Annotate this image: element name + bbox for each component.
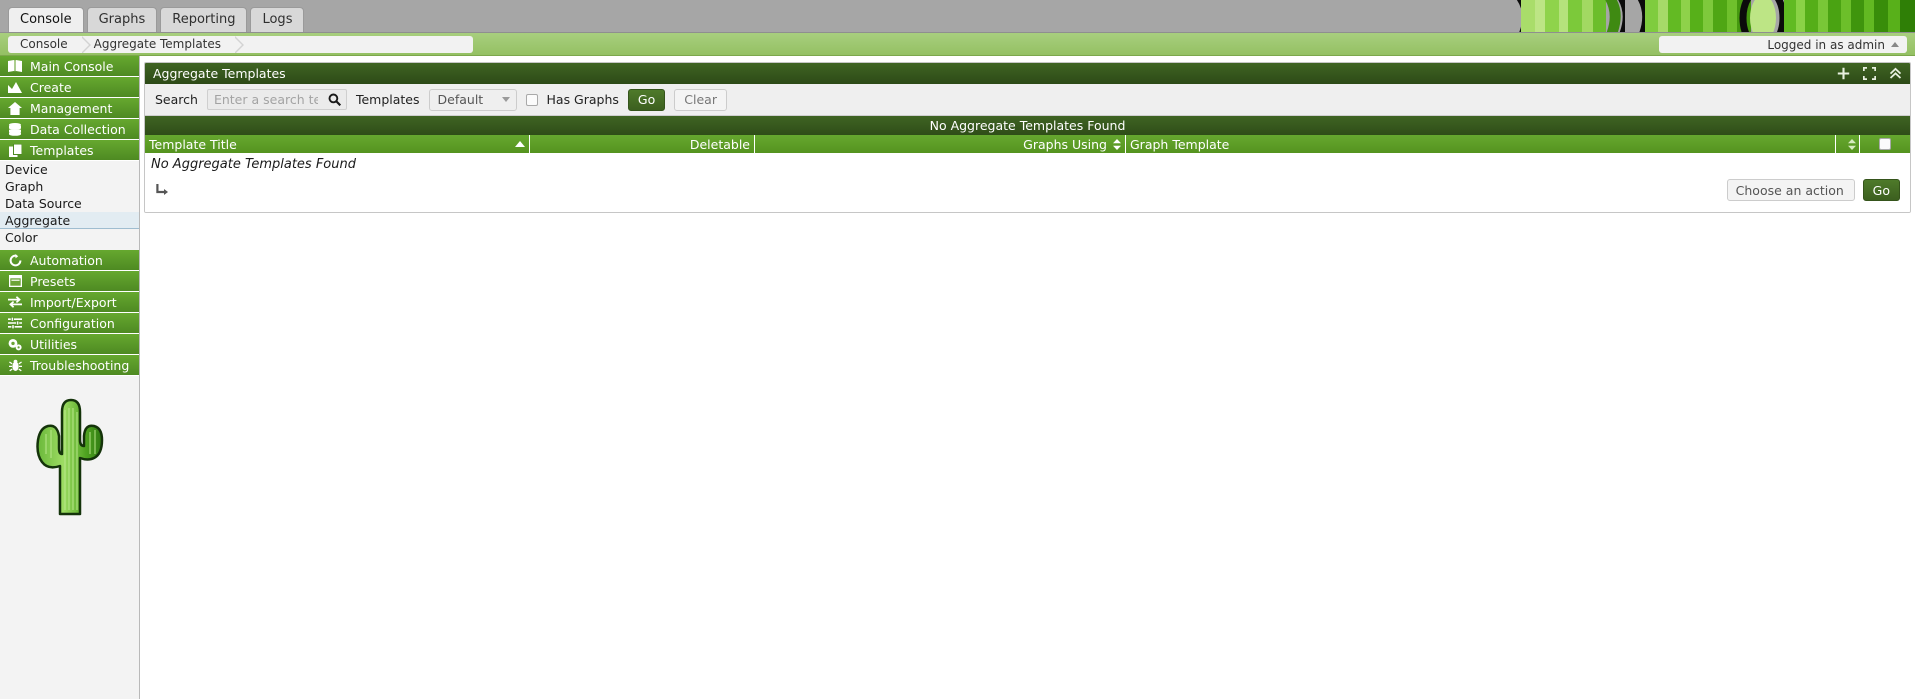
login-status-label: Logged in as admin <box>1767 37 1885 52</box>
tab-list: Console Graphs Reporting Logs <box>8 7 305 32</box>
chevrons-up-icon[interactable] <box>1889 67 1902 80</box>
sidebar-label: Import/Export <box>30 294 117 310</box>
sliders-icon <box>7 317 23 329</box>
gears-icon <box>7 338 23 351</box>
database-icon <box>7 122 23 136</box>
sidebar-label: Management <box>30 100 113 116</box>
expand-icon[interactable] <box>1862 66 1877 81</box>
tab-reporting[interactable]: Reporting <box>160 7 248 32</box>
column-label: Deletable <box>689 136 750 152</box>
sidebar-item-management[interactable]: Management <box>0 98 139 119</box>
chevron-down-icon <box>501 97 510 102</box>
sidebar-item-graph[interactable]: Graph <box>0 178 139 195</box>
column-label: Graphs Using <box>1023 136 1107 152</box>
top-tab-bar: Console Graphs Reporting Logs <box>0 0 1915 33</box>
chart-icon <box>7 81 23 93</box>
sidebar-item-templates[interactable]: Templates <box>0 140 139 161</box>
sidebar-label: Automation <box>30 252 103 268</box>
login-status[interactable]: Logged in as admin <box>1659 36 1907 53</box>
window-icon <box>7 275 23 287</box>
cacti-logo-graphic <box>1495 0 1915 32</box>
exchange-icon <box>7 296 23 308</box>
column-label: Template Title <box>149 136 237 152</box>
has-graphs-checkbox[interactable] <box>525 93 538 106</box>
book-icon <box>7 60 23 72</box>
copy-icon <box>7 143 23 157</box>
cactus-icon <box>18 396 118 516</box>
sidebar-item-main-console[interactable]: Main Console <box>0 56 139 77</box>
filter-go-button[interactable]: Go <box>627 88 666 111</box>
sidebar-item-presets[interactable]: Presets <box>0 271 139 292</box>
sidebar-item-data-source[interactable]: Data Source <box>0 195 139 212</box>
filter-clear-button[interactable]: Clear <box>674 88 727 111</box>
arrow-turn-down-right-icon <box>155 183 169 201</box>
templates-select-value: Default <box>437 92 484 107</box>
magnifier-icon[interactable] <box>328 93 342 107</box>
breadcrumb-item-console[interactable]: Console <box>8 35 91 53</box>
templates-select[interactable]: Default <box>428 88 517 111</box>
sidebar-label: Configuration <box>30 315 115 331</box>
column-header-deletable[interactable]: Deletable <box>530 135 755 153</box>
column-header-sort-spacer[interactable] <box>1836 135 1860 153</box>
sidebar-item-device[interactable]: Device <box>0 161 139 178</box>
sort-both-icon <box>1848 138 1856 150</box>
footer-actions: Choose an action Go <box>1726 179 1900 201</box>
cacti-logo-banner <box>1495 0 1915 32</box>
search-input[interactable] <box>207 90 320 109</box>
has-graphs-label: Has Graphs <box>546 92 619 107</box>
sidebar-label: Create <box>30 79 72 95</box>
tab-logs[interactable]: Logs <box>250 7 305 32</box>
sidebar-label: Presets <box>30 273 76 289</box>
sidebar-label: Main Console <box>30 58 114 74</box>
sidebar-label: Utilities <box>30 336 78 352</box>
templates-label: Templates <box>355 92 420 107</box>
column-header-graphs-using[interactable]: Graphs Using <box>755 135 1126 153</box>
plus-icon[interactable] <box>1837 67 1850 80</box>
breadcrumb: Console Aggregate Templates <box>8 35 473 53</box>
select-all-checkbox[interactable] <box>1879 138 1891 150</box>
sidebar-item-data-collection[interactable]: Data Collection <box>0 119 139 140</box>
column-header-select-all[interactable] <box>1860 135 1910 153</box>
table-header-row: Template Title Deletable Graphs Using Gr… <box>145 135 1910 153</box>
sidebar-item-automation[interactable]: Automation <box>0 250 139 271</box>
sidebar-item-configuration[interactable]: Configuration <box>0 313 139 334</box>
sidebar-item-import-export[interactable]: Import/Export <box>0 292 139 313</box>
refresh-icon <box>7 253 23 267</box>
tab-console[interactable]: Console <box>8 7 84 32</box>
panel-header: Aggregate Templates <box>145 63 1910 84</box>
column-header-template-title[interactable]: Template Title <box>145 135 530 153</box>
empty-state-message: No Aggregate Templates Found <box>145 153 1910 172</box>
breadcrumb-item-aggregate-templates[interactable]: Aggregate Templates <box>82 35 245 53</box>
filter-toolbar: Search Templates Default Has <box>145 84 1910 116</box>
sort-asc-icon <box>515 141 525 147</box>
home-icon <box>7 101 23 115</box>
page-title: Aggregate Templates <box>153 66 286 81</box>
sidebar-item-troubleshooting[interactable]: Troubleshooting <box>0 355 139 376</box>
sidebar-item-create[interactable]: Create <box>0 77 139 98</box>
sidebar-item-color[interactable]: Color <box>0 229 139 246</box>
search-box <box>206 89 347 110</box>
breadcrumb-bar: Console Aggregate Templates Logged in as… <box>0 33 1915 56</box>
sidebar-label: Troubleshooting <box>30 357 130 373</box>
panel-actions <box>1837 63 1902 84</box>
sidebar-label: Data Collection <box>30 121 126 137</box>
caret-up-icon <box>1891 42 1899 47</box>
aggregate-templates-panel: Aggregate Templates Search Enter a searc… <box>144 62 1911 213</box>
tab-graphs[interactable]: Graphs <box>86 7 158 32</box>
column-label: Graph Template <box>1130 136 1230 152</box>
action-go-button[interactable]: Go <box>1862 179 1900 201</box>
sidebar: Main Console Create Management Data Coll… <box>0 56 140 699</box>
action-select-value: Choose an action <box>1735 182 1844 198</box>
table-banner: No Aggregate Templates Found <box>145 116 1910 135</box>
table-footer: Choose an action Go <box>145 172 1910 212</box>
sidebar-label: Templates <box>30 142 94 158</box>
search-label: Search <box>155 92 198 107</box>
sidebar-item-aggregate[interactable]: Aggregate <box>0 212 139 229</box>
main-content: Aggregate Templates Search Enter a searc… <box>140 56 1915 699</box>
sort-both-icon <box>1113 138 1121 150</box>
column-header-graph-template[interactable]: Graph Template <box>1126 135 1836 153</box>
bug-icon <box>7 359 23 372</box>
choose-an-action-select[interactable]: Choose an action <box>1726 179 1855 201</box>
sidebar-item-utilities[interactable]: Utilities <box>0 334 139 355</box>
